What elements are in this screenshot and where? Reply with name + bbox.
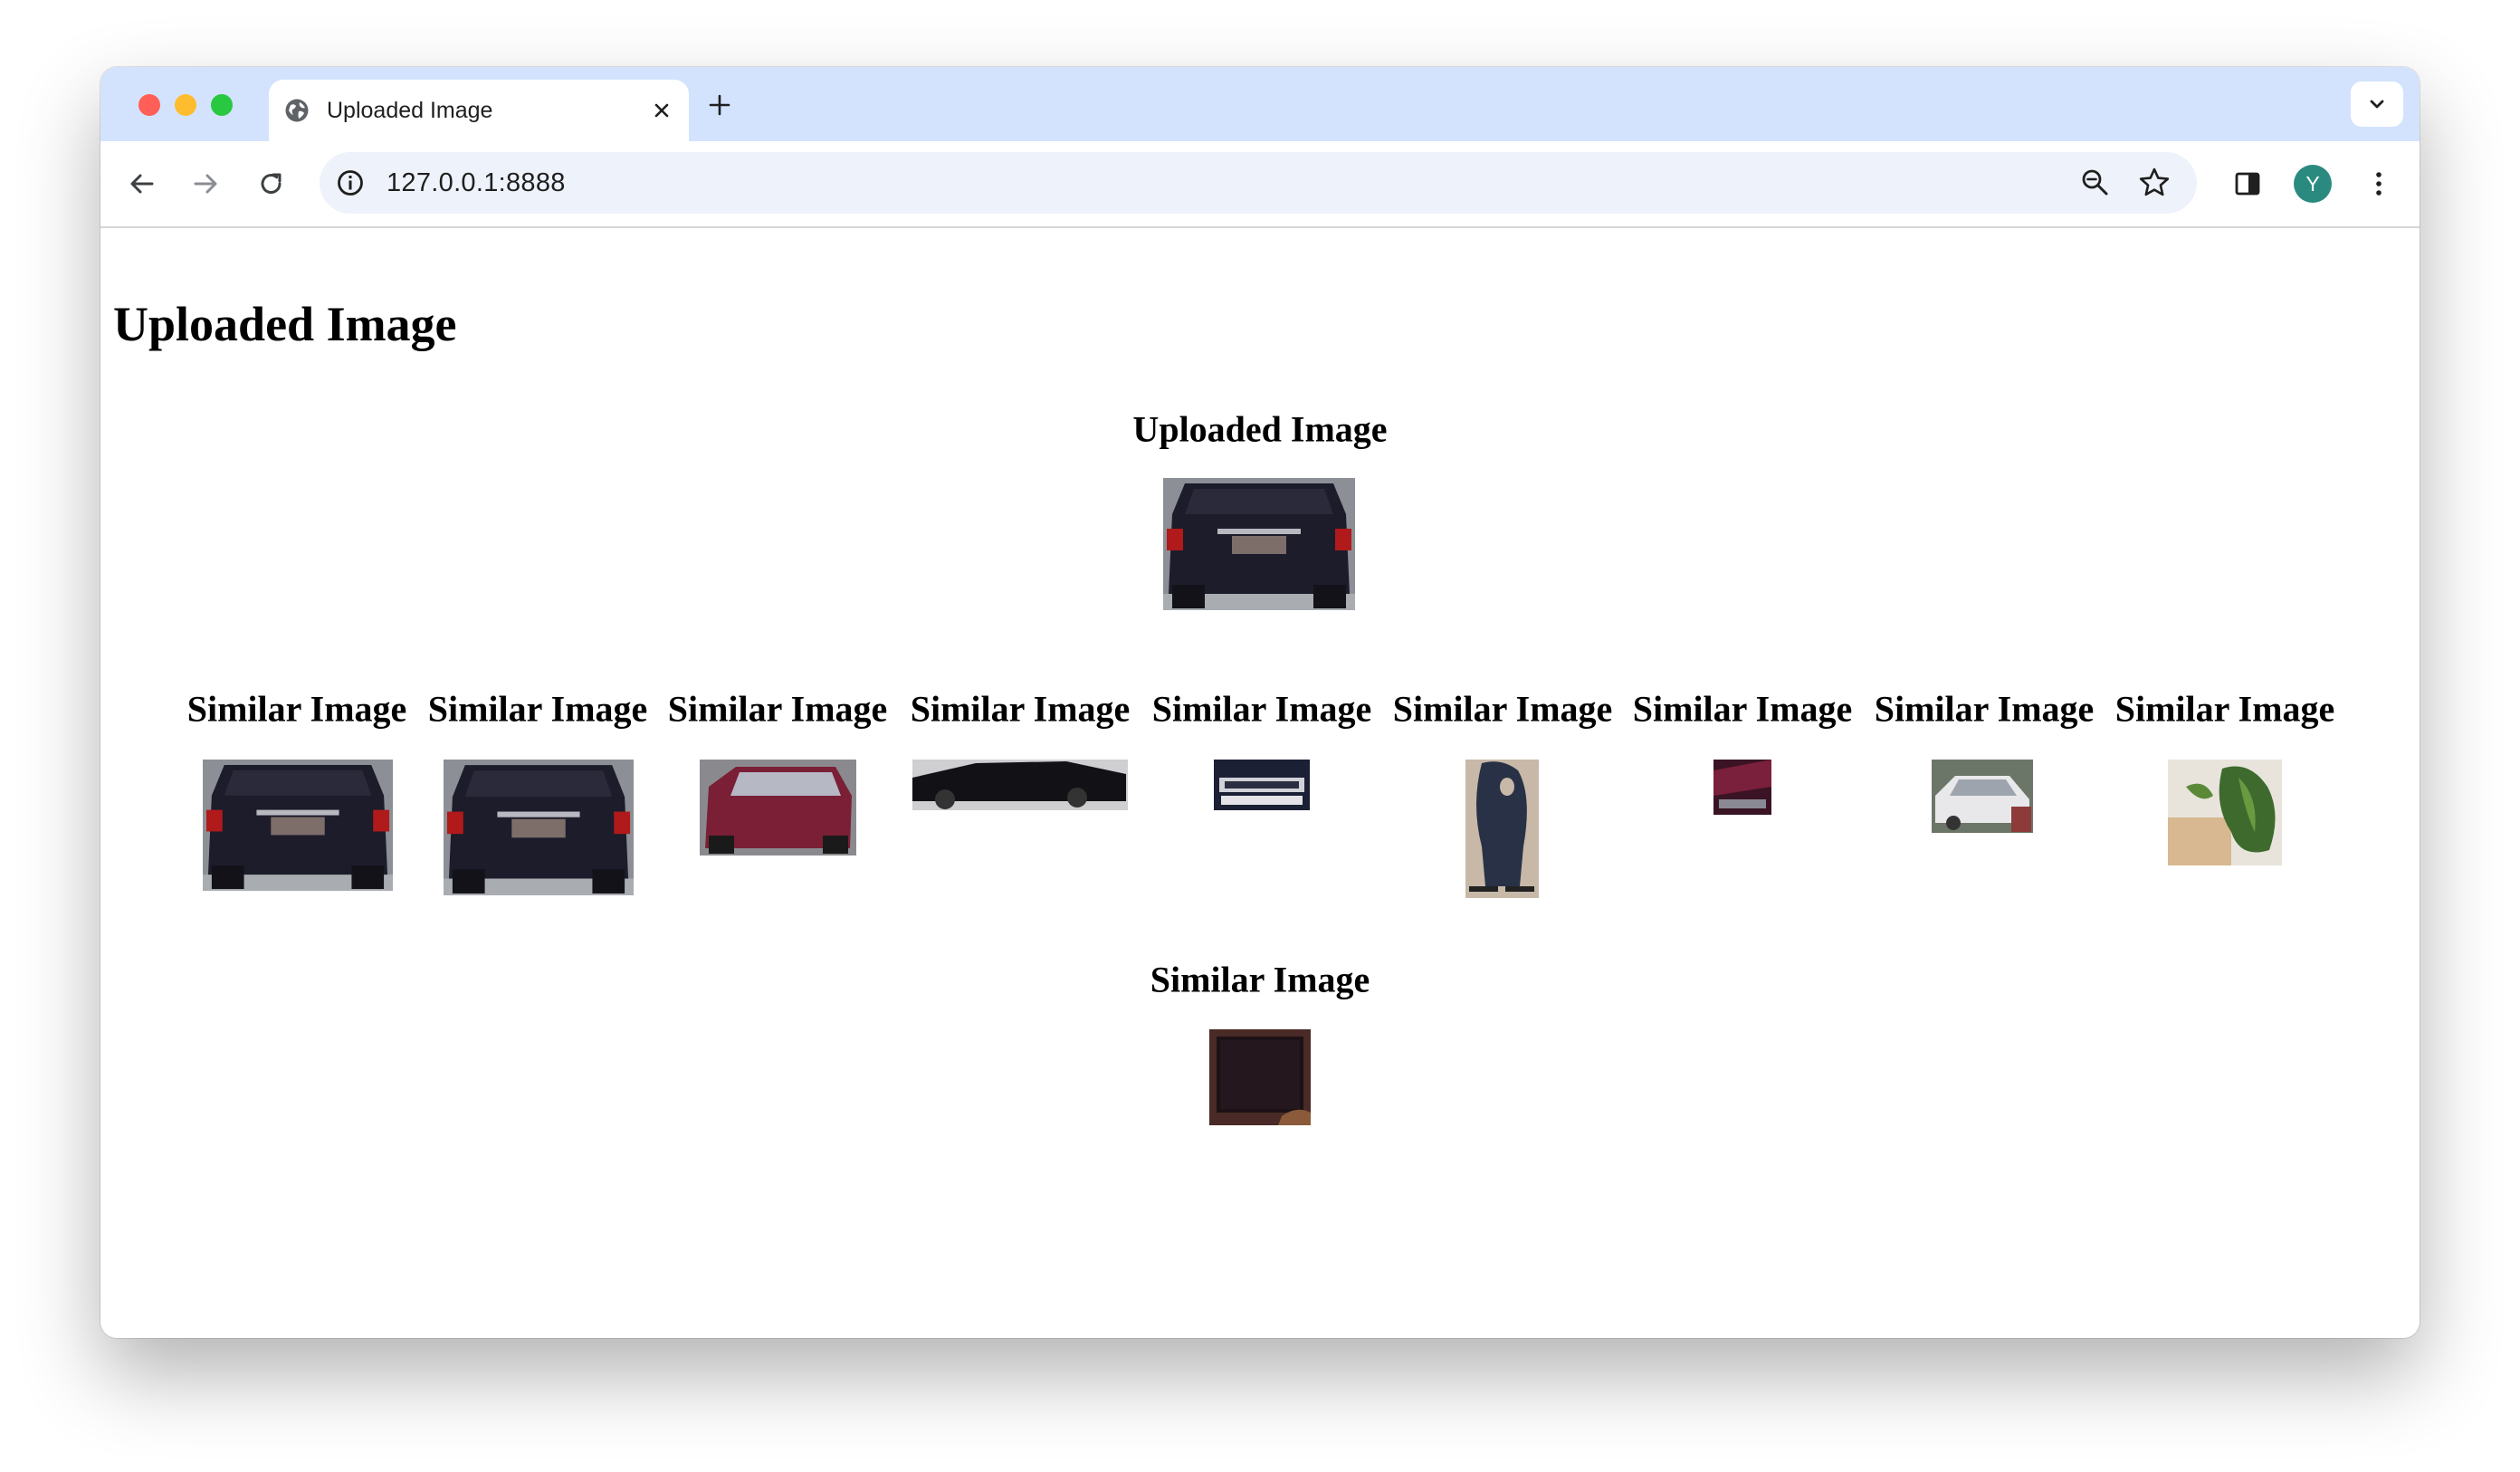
- reload-button[interactable]: [253, 166, 290, 202]
- similar-image-caption: Similar Image: [2114, 688, 2335, 730]
- chevron-down-icon: [2370, 100, 2384, 109]
- similar-image: [2168, 760, 2282, 865]
- back-button[interactable]: [124, 166, 160, 202]
- reload-icon: [261, 173, 282, 194]
- kebab-menu-icon: [2376, 172, 2382, 196]
- similar-image: [203, 760, 393, 891]
- similar-image-caption: Similar Image: [1151, 688, 1372, 730]
- new-tab-button[interactable]: [703, 89, 736, 121]
- similar-image-caption: Similar Image: [186, 688, 407, 730]
- similar-image: [700, 760, 856, 855]
- tab-strip: Uploaded Image: [100, 67, 2420, 141]
- arrow-left-icon: [130, 174, 154, 194]
- minimize-window-button[interactable]: [175, 94, 196, 116]
- similar-image: [444, 760, 634, 895]
- similar-image-caption: Similar Image: [1392, 688, 1613, 730]
- similar-image: [1713, 760, 1771, 815]
- similar-image-caption: Similar Image: [910, 688, 1131, 730]
- similar-image: [1465, 760, 1539, 898]
- side-panel-button[interactable]: [2229, 166, 2266, 202]
- similar-image-caption: Similar Image: [427, 688, 648, 730]
- url-text[interactable]: 127.0.0.1:8888: [387, 168, 566, 198]
- close-icon[interactable]: [647, 96, 676, 125]
- info-icon[interactable]: [334, 167, 367, 199]
- zoom-out-icon[interactable]: [2079, 167, 2112, 199]
- similar-image-caption: Similar Image: [1632, 688, 1853, 730]
- address-bar[interactable]: 127.0.0.1:8888: [320, 152, 2197, 214]
- profile-avatar[interactable]: Y: [2294, 165, 2332, 203]
- browser-window: Uploaded Image 127.0.0.1:8888 Y Uploaded…: [100, 67, 2420, 1338]
- tab-search-button[interactable]: [2351, 81, 2403, 127]
- uploaded-image: [1163, 478, 1355, 610]
- uploaded-image-caption: Uploaded Image: [1132, 408, 1388, 450]
- tab-title: Uploaded Image: [327, 98, 493, 123]
- similar-image: [1932, 760, 2033, 833]
- plus-icon: [709, 94, 730, 116]
- similar-image: [912, 760, 1128, 810]
- globe-icon: [285, 99, 309, 122]
- similar-image-caption: Similar Image: [667, 688, 888, 730]
- page-title: Uploaded Image: [113, 297, 457, 351]
- side-panel-icon: [2235, 172, 2260, 196]
- page-content: Uploaded Image Uploaded Image Similar Im…: [100, 228, 2420, 1338]
- tab-uploaded-image[interactable]: Uploaded Image: [269, 80, 689, 141]
- menu-button[interactable]: [2361, 166, 2397, 202]
- arrow-right-icon: [194, 174, 217, 194]
- similar-image-caption: Similar Image: [1150, 959, 1370, 1000]
- similar-image: [1214, 760, 1310, 810]
- similar-image-caption: Similar Image: [1874, 688, 2095, 730]
- star-icon[interactable]: [2137, 166, 2172, 200]
- close-window-button[interactable]: [138, 94, 160, 116]
- browser-toolbar: 127.0.0.1:8888 Y: [100, 141, 2420, 228]
- forward-button[interactable]: [187, 166, 224, 202]
- maximize-window-button[interactable]: [211, 94, 233, 116]
- similar-image: [1209, 1029, 1311, 1125]
